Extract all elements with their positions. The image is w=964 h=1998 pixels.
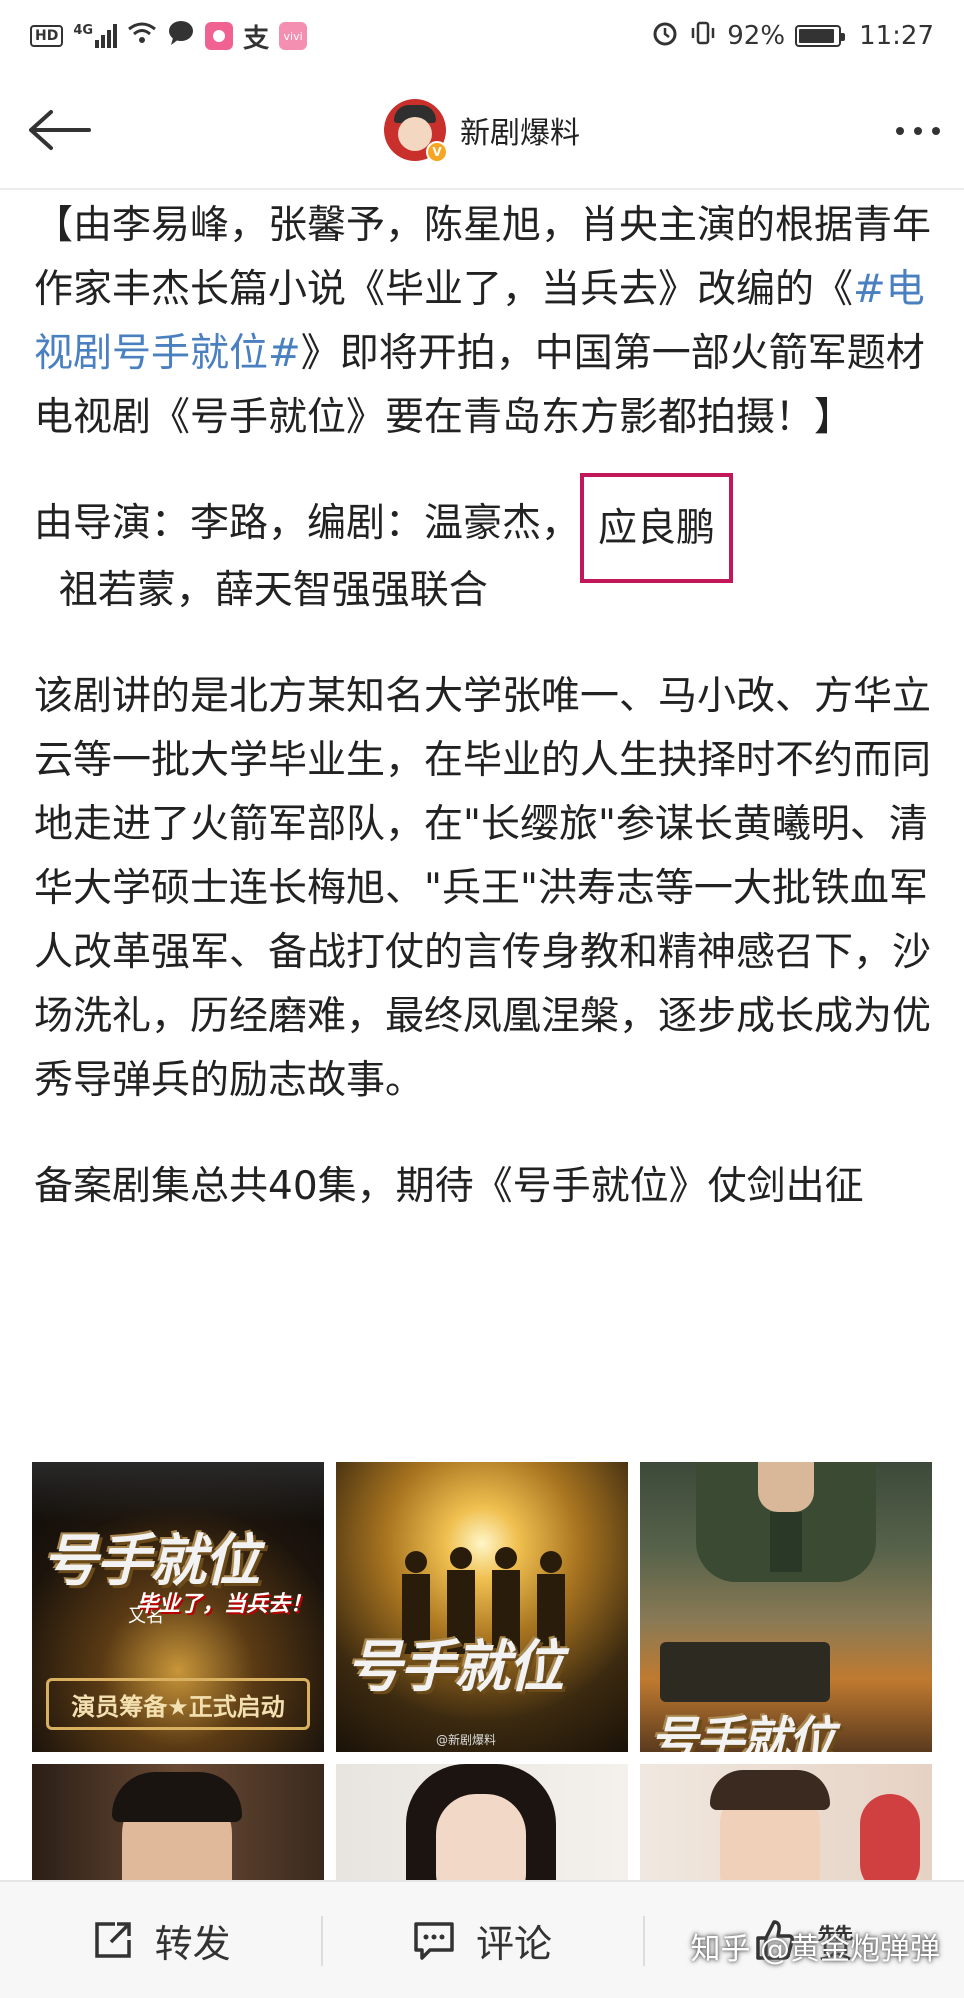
arrow-left-icon xyxy=(29,110,91,150)
avatar[interactable]: V xyxy=(384,99,448,163)
paragraph-intro: 【由李易峰，张馨予，陈星旭，肖央主演的根据青年作家丰杰长篇小说《毕业了，当兵去》… xyxy=(34,203,932,440)
app-icon-pink xyxy=(205,22,234,50)
paragraph-synopsis: 该剧讲的是北方某知名大学张唯一、马小改、方华立云等一批大学毕业生，在毕业的人生抉… xyxy=(34,673,932,1103)
vibrate-icon xyxy=(689,19,717,54)
poster-title: 号手就位 xyxy=(650,1712,836,1752)
verified-icon: V xyxy=(426,141,448,163)
repost-button[interactable]: 转发 xyxy=(0,1882,321,1998)
poster-image-1[interactable]: 号手就位 又名 毕业了，当兵去！ 演员筹备★正式启动 xyxy=(32,1462,324,1752)
alarm-icon xyxy=(651,19,679,54)
signal-icon: 4G xyxy=(73,23,118,48)
more-button[interactable] xyxy=(896,72,940,190)
clock: 11:27 xyxy=(859,21,934,51)
message-icon xyxy=(167,20,195,53)
comment-button[interactable]: 评论 xyxy=(321,1882,642,1998)
share-icon xyxy=(94,1922,131,1958)
image-grid: 号手就位 又名 毕业了，当兵去！ 演员筹备★正式启动 号手就位 @新剧爆料 号手… xyxy=(32,1462,932,1894)
repost-label: 转发 xyxy=(154,1921,231,1966)
highlighted-name: 应良鹏 xyxy=(580,472,734,583)
wifi-icon xyxy=(127,21,157,52)
poster-banner: 演员筹备★正式启动 xyxy=(46,1678,310,1730)
hd-badge: HD xyxy=(30,25,64,47)
poster-image-2[interactable]: 号手就位 @新剧爆料 xyxy=(336,1462,628,1752)
vivi-icon: vivi xyxy=(279,22,308,50)
comment-label: 评论 xyxy=(475,1921,552,1966)
comment-icon xyxy=(414,1922,454,1960)
paragraph-episodes: 备案剧集总共40集，期待《号手就位》仗剑出征 xyxy=(34,1163,864,1209)
actor-photo-1[interactable] xyxy=(32,1764,324,1894)
network-type: 4G xyxy=(73,23,94,38)
more-dots-icon xyxy=(896,127,904,135)
battery-percent: 92% xyxy=(727,21,786,51)
poster-title: 号手就位 xyxy=(346,1635,564,1700)
account-name[interactable]: 新剧爆料 xyxy=(460,108,580,152)
status-bar: HD 4G 支 vivi 92% 11:27 xyxy=(0,0,964,72)
post-content: 【由李易峰，张馨予，陈星旭，肖央主演的根据青年作家丰杰长篇小说《毕业了，当兵去》… xyxy=(34,194,934,1219)
battery-icon xyxy=(795,25,846,47)
paragraph-credits: 由导演：李路，编剧：温豪杰， 应良鹏 祖若蒙，薛天智强强联合 xyxy=(34,472,934,623)
poster-image-3[interactable]: 号手就位 xyxy=(640,1462,932,1752)
nav-bar: V 新剧爆料 xyxy=(0,72,964,190)
watermark: 知乎 @黄金炮弹弹 xyxy=(690,1932,940,1967)
actor-photo-3[interactable] xyxy=(640,1764,932,1894)
poster-subtitle: 毕业了，当兵去！ xyxy=(135,1592,312,1617)
alipay-icon: 支 xyxy=(243,23,270,54)
poster-title: 号手就位 xyxy=(42,1529,260,1594)
actor-photo-2[interactable] xyxy=(336,1764,628,1894)
back-button[interactable] xyxy=(0,71,120,189)
